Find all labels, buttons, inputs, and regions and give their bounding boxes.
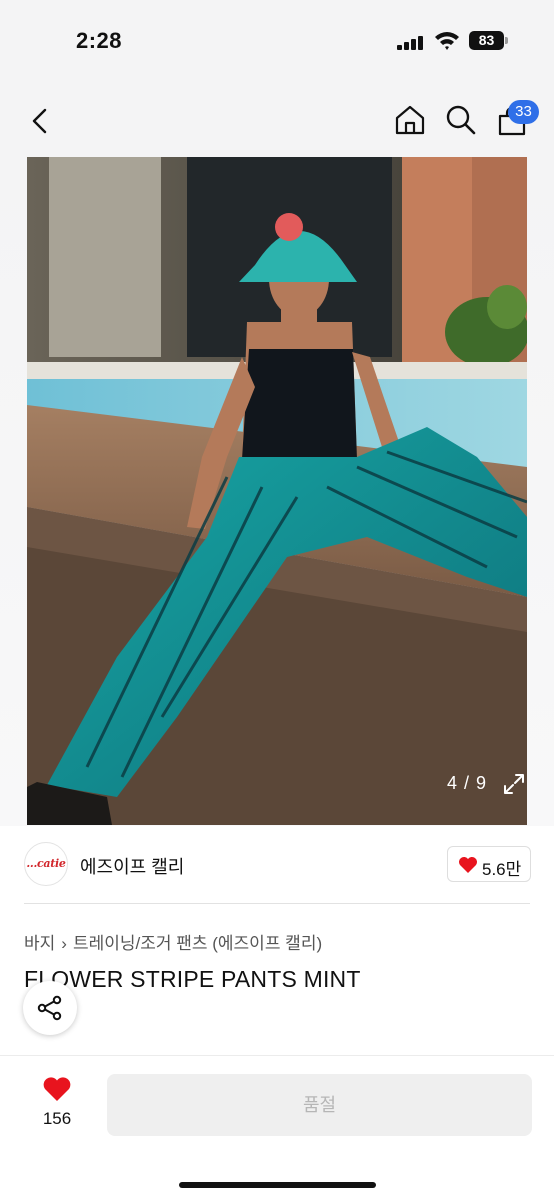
brand-like-count: 5.6만: [482, 860, 522, 879]
breadcrumb-item-pants[interactable]: 바지: [24, 934, 55, 953]
heart-icon: [459, 857, 477, 873]
cart-count-badge[interactable]: 33: [508, 100, 539, 124]
brand-logo[interactable]: ...catie: [24, 842, 68, 886]
model-photo-illustration: [27, 157, 527, 825]
product-photo[interactable]: [27, 157, 527, 825]
brand-name[interactable]: 에즈이프 캘리: [80, 853, 184, 879]
home-indicator: [179, 1182, 376, 1188]
home-icon[interactable]: [394, 104, 426, 136]
battery-cap: [505, 37, 508, 44]
cellular-signal-icon: [397, 36, 425, 50]
wish-heart-icon[interactable]: [42, 1076, 72, 1102]
back-chevron-icon[interactable]: [30, 108, 50, 134]
brand-row[interactable]: ...catie 에즈이프 캘리 5.6만: [0, 826, 554, 904]
image-page-counter: 4 / 9: [447, 773, 488, 793]
breadcrumb-chevron-icon: ›: [61, 934, 67, 953]
nav-bar: [0, 80, 554, 156]
section-divider: [24, 903, 530, 904]
bottom-action-bar: 156 품절: [0, 1055, 554, 1200]
product-title: FLOWER STRIPE PANTS MINT: [24, 966, 361, 992]
brand-like-button[interactable]: 5.6만: [447, 846, 531, 882]
share-button[interactable]: [23, 981, 77, 1035]
wifi-icon: [435, 32, 459, 50]
expand-arrows-icon[interactable]: [503, 773, 525, 795]
search-icon[interactable]: [445, 104, 477, 136]
status-bar: 2:28 83: [0, 0, 554, 80]
breadcrumb: 바지 › 트레이닝/조거 팬츠 (에즈이프 캘리): [24, 929, 322, 954]
battery-indicator: 83: [469, 31, 504, 50]
status-time: 2:28: [76, 28, 123, 53]
wish-count: 156: [42, 1109, 72, 1128]
sold-out-button[interactable]: 품절: [107, 1074, 532, 1136]
share-icon: [37, 995, 62, 1021]
breadcrumb-item-jogger[interactable]: 트레이닝/조거 팬츠 (에즈이프 캘리): [73, 934, 322, 953]
